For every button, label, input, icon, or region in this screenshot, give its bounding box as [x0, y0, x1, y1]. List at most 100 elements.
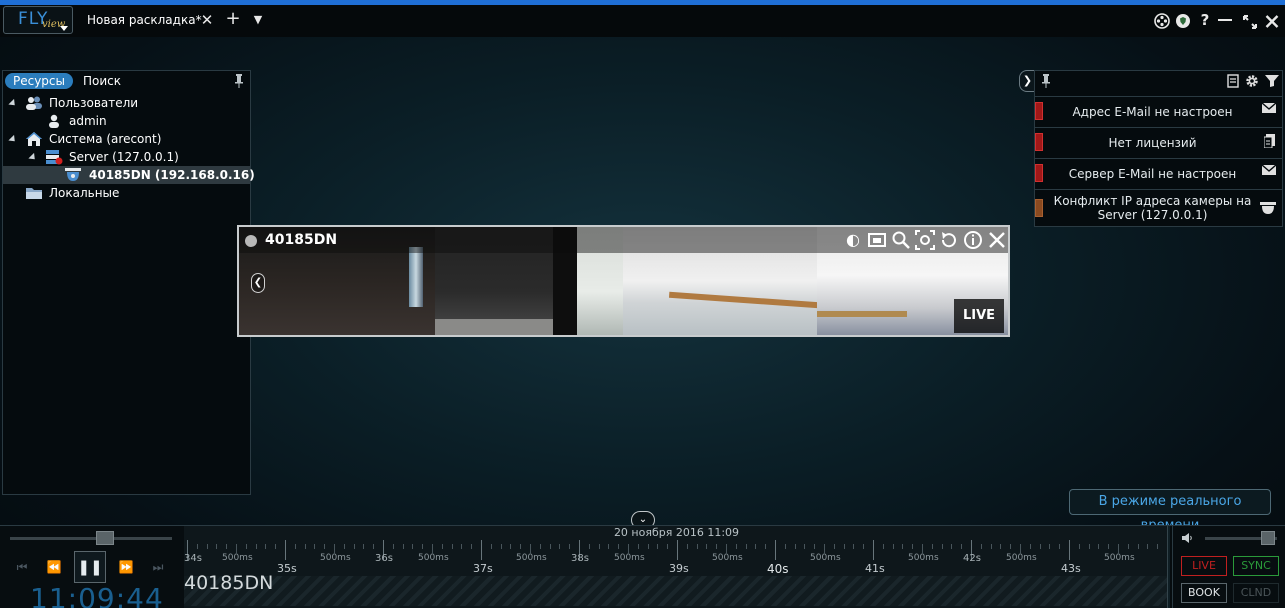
timeline-track[interactable]	[184, 576, 1169, 606]
add-tab-icon[interactable]: +	[224, 10, 242, 28]
step-forward-icon[interactable]: ⏩	[112, 556, 140, 578]
video-frame-segment	[817, 311, 907, 317]
timeline-minor-tick	[951, 544, 953, 549]
timeline-minor-tick	[588, 544, 590, 549]
timeline-minor-tick	[794, 544, 796, 549]
notifications-collapse-button[interactable]: ❯	[1019, 70, 1035, 92]
tab-search[interactable]: Поиск	[83, 73, 121, 89]
close-icon[interactable]	[1263, 14, 1281, 29]
timeline-minor-tick	[314, 544, 316, 549]
tree-item-admin[interactable]: admin	[3, 112, 250, 130]
chevron-left-icon[interactable]: ❮	[251, 273, 265, 293]
notification-severity-mark	[1035, 164, 1043, 182]
tree-item-local[interactable]: Локальные	[3, 184, 250, 202]
tree-item-users[interactable]: Пользователи	[3, 94, 250, 112]
tree-item-camera[interactable]: 40185DN (192.168.0.16)	[3, 166, 255, 184]
timeline-minor-tick	[814, 544, 816, 549]
tree-expand-icon[interactable]	[28, 152, 38, 163]
timeline-second-label: 38s	[571, 553, 589, 564]
timeline-minor-tick	[657, 544, 659, 549]
timeline-minor-tick	[765, 544, 767, 549]
timeline-minor-tick	[1078, 544, 1080, 549]
step-back-icon[interactable]: ⏪	[40, 556, 68, 578]
info-icon[interactable]	[963, 230, 983, 250]
notification-severity-mark	[1035, 133, 1043, 151]
timeline-second-label: 42s	[963, 553, 981, 564]
fit-frame-icon[interactable]	[867, 230, 887, 250]
tree-item-system[interactable]: Система (arecont)	[3, 130, 250, 148]
timeline-second-label: 43s	[1061, 562, 1081, 575]
gear-icon[interactable]	[1245, 74, 1259, 88]
timeline-minor-tick	[824, 544, 825, 554]
calendar-button[interactable]: CLND	[1233, 583, 1279, 603]
video-tile-header: 40185DN ◐	[239, 227, 1008, 253]
screenshot-icon[interactable]	[915, 230, 935, 250]
chevron-down-icon	[60, 26, 68, 31]
timeline-minor-tick	[598, 544, 600, 549]
notification-item[interactable]: Адрес E-Mail не настроен	[1035, 96, 1282, 127]
bookmarks-button[interactable]: BOOK	[1181, 583, 1227, 603]
main-menu-button[interactable]: FLY view	[3, 6, 73, 34]
timeline-minor-tick	[882, 544, 884, 549]
live-button[interactable]: LIVE	[1181, 556, 1227, 576]
timeline-half-label: 500ms	[810, 553, 841, 563]
timeline-minor-tick	[294, 544, 296, 549]
camera-name: 40185DN	[265, 232, 338, 248]
tree-expand-icon[interactable]	[8, 98, 18, 109]
filter-icon[interactable]	[1265, 75, 1279, 87]
notification-item[interactable]: Конфликт IP адреса камеры на Server (127…	[1035, 189, 1282, 227]
film-reel-icon[interactable]	[1153, 13, 1171, 29]
timeline-minor-tick	[530, 544, 531, 554]
tree-item-server[interactable]: Server (127.0.0.1)	[3, 148, 250, 166]
timeline-minor-tick	[549, 544, 551, 549]
pin-icon[interactable]	[1041, 74, 1051, 88]
timeline-minor-tick	[716, 544, 718, 549]
timeline[interactable]: 20 ноября 2016 11:09 34s 500ms 35s 500ms 36s…	[184, 526, 1170, 608]
recording-status-icon	[245, 235, 257, 247]
notifications-panel: Адрес E-Mail не настроен Нет лицензий Се…	[1034, 70, 1283, 227]
tab-resources[interactable]: Ресурсы	[5, 73, 73, 89]
timeline-minor-tick	[569, 544, 571, 549]
tree-item-label: 40185DN (192.168.0.16)	[89, 168, 255, 182]
timeline-minor-tick	[667, 544, 669, 549]
timeline-second-label: 37s	[473, 562, 493, 575]
timeline-minor-tick	[912, 544, 914, 549]
tab-list-chevron-icon[interactable]: ▼	[249, 11, 267, 29]
volume-slider-thumb[interactable]	[1261, 531, 1275, 545]
timeline-ruler[interactable]: 34s 500ms 35s 500ms 36s 500ms 37s 500ms 38s 500ms…	[184, 540, 1169, 576]
maximize-icon[interactable]	[1241, 15, 1259, 29]
speed-slider-thumb[interactable]	[96, 531, 114, 545]
close-tab-icon[interactable]: ✕	[198, 11, 216, 29]
speed-slider-track[interactable]	[10, 537, 172, 540]
timeline-minor-tick	[941, 544, 943, 549]
resources-panel: Ресурсы Поиск Пользователи admin Система…	[2, 70, 255, 495]
minimize-icon[interactable]	[1218, 19, 1232, 21]
timeline-minor-tick	[745, 544, 747, 549]
navigation-right-panel: LIVE SYNC BOOK CLND	[1172, 526, 1285, 608]
close-tile-icon[interactable]	[987, 230, 1007, 250]
timeline-minor-tick	[902, 544, 904, 549]
timeline-minor-tick	[637, 544, 639, 549]
shield-icon[interactable]	[1174, 13, 1192, 29]
zoom-icon[interactable]	[891, 230, 911, 250]
log-icon[interactable]	[1227, 74, 1239, 88]
timeline-major-tick	[873, 540, 874, 560]
timeline-minor-tick	[363, 544, 365, 549]
notification-item[interactable]: Нет лицензий	[1035, 127, 1282, 158]
notification-item[interactable]: Сервер E-Mail не настроен	[1035, 158, 1282, 189]
timeline-half-label: 500ms	[418, 553, 449, 563]
help-icon[interactable]: ?	[1196, 11, 1214, 29]
skip-to-start-icon[interactable]: ⏮	[8, 556, 36, 578]
pin-icon[interactable]	[234, 74, 244, 88]
camera-video-tile[interactable]: 40185DN ◐ ❮ LIVE	[237, 225, 1010, 337]
speaker-icon[interactable]	[1181, 532, 1193, 544]
tree-expand-icon[interactable]	[8, 134, 18, 145]
sync-button[interactable]: SYNC	[1233, 556, 1279, 576]
pause-button[interactable]: ❚❚	[74, 551, 106, 583]
skip-to-end-icon[interactable]: ⏭	[144, 556, 172, 578]
contrast-icon[interactable]: ◐	[843, 230, 863, 250]
layout-tab[interactable]: Новая раскладка*	[87, 13, 202, 27]
timeline-major-tick	[481, 540, 482, 560]
rotate-icon[interactable]	[939, 230, 959, 250]
timeline-minor-tick	[500, 544, 502, 549]
